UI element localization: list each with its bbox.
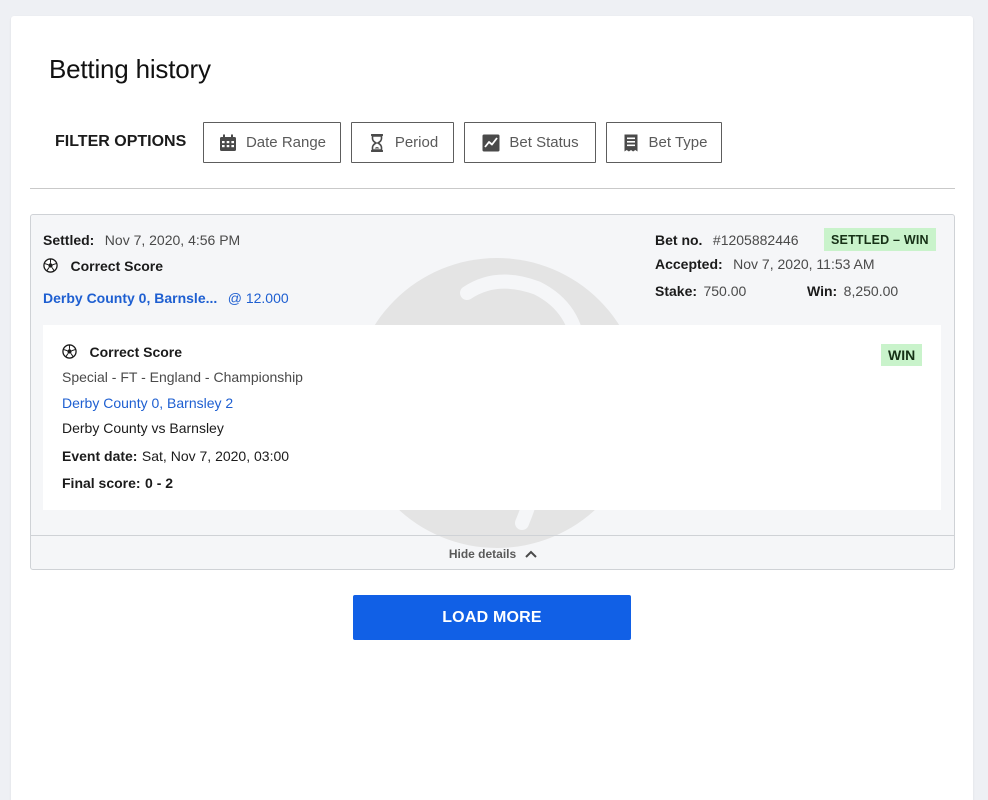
calendar-icon (219, 134, 236, 151)
date-range-filter-button[interactable]: Date Range (203, 122, 341, 163)
bet-market: Correct Score (70, 258, 164, 274)
filter-divider (30, 188, 955, 189)
receipt-icon (624, 134, 638, 151)
soccer-ball-icon (62, 344, 77, 359)
final-score-value: 0 - 2 (145, 475, 174, 491)
event-name: Derby County vs Barnsley (62, 420, 224, 436)
event-category: Special - FT - England - Championship (62, 369, 303, 385)
bet-type-filter-label: Bet Type (648, 134, 708, 151)
status-badge: SETTLED – WIN (824, 228, 936, 251)
bet-no-value: #1205882446 (712, 232, 799, 248)
bet-status-filter-label: Bet Status (509, 134, 579, 151)
stake-value: 750.00 (703, 283, 747, 299)
detail-market: Correct Score (89, 344, 183, 360)
chevron-up-icon (525, 550, 537, 558)
bet-status-filter-button[interactable]: Bet Status (464, 122, 596, 163)
settled-label: Settled: (43, 232, 95, 248)
bet-no-label: Bet no. (655, 232, 703, 248)
hourglass-icon (370, 133, 383, 152)
date-range-filter-label: Date Range (245, 134, 327, 151)
bet-details: Correct Score WIN Special - FT - England… (43, 325, 941, 510)
win-badge: WIN (881, 344, 923, 366)
period-filter-label: Period (394, 134, 439, 151)
bet-type-filter-button[interactable]: Bet Type (606, 122, 722, 163)
stake-label: Stake: (655, 283, 698, 299)
odds-value: @ 12.000 (227, 290, 289, 306)
win-label: Win: (807, 283, 838, 299)
filter-options-label: FILTER OPTIONS (55, 133, 187, 150)
selection-link[interactable]: Derby County 0, Barnsle... (43, 290, 217, 306)
page-title: Betting history (49, 54, 211, 84)
period-filter-button[interactable]: Period (351, 122, 454, 163)
detail-selection-link[interactable]: Derby County 0, Barnsley 2 (62, 395, 233, 411)
load-more-button[interactable]: LOAD MORE (353, 595, 631, 640)
event-date-label: Event date: (62, 448, 138, 464)
hide-details-label: Hide details (448, 546, 517, 561)
accepted-label: Accepted: (655, 256, 723, 272)
win-value: 8,250.00 (843, 283, 899, 299)
chart-line-icon (482, 134, 500, 151)
event-date-value: Sat, Nov 7, 2020, 03:00 (141, 448, 290, 464)
bet-card: Settled: Nov 7, 2020, 4:56 PM Correct Sc… (30, 214, 955, 570)
soccer-ball-icon (43, 258, 58, 273)
betting-history-panel: Betting history FILTER OPTIONS Date Rang… (11, 16, 973, 800)
final-score-label: Final score: (62, 475, 141, 491)
settled-value: Nov 7, 2020, 4:56 PM (104, 232, 241, 248)
accepted-value: Nov 7, 2020, 11:53 AM (733, 256, 875, 272)
hide-details-toggle[interactable]: Hide details (31, 535, 954, 569)
